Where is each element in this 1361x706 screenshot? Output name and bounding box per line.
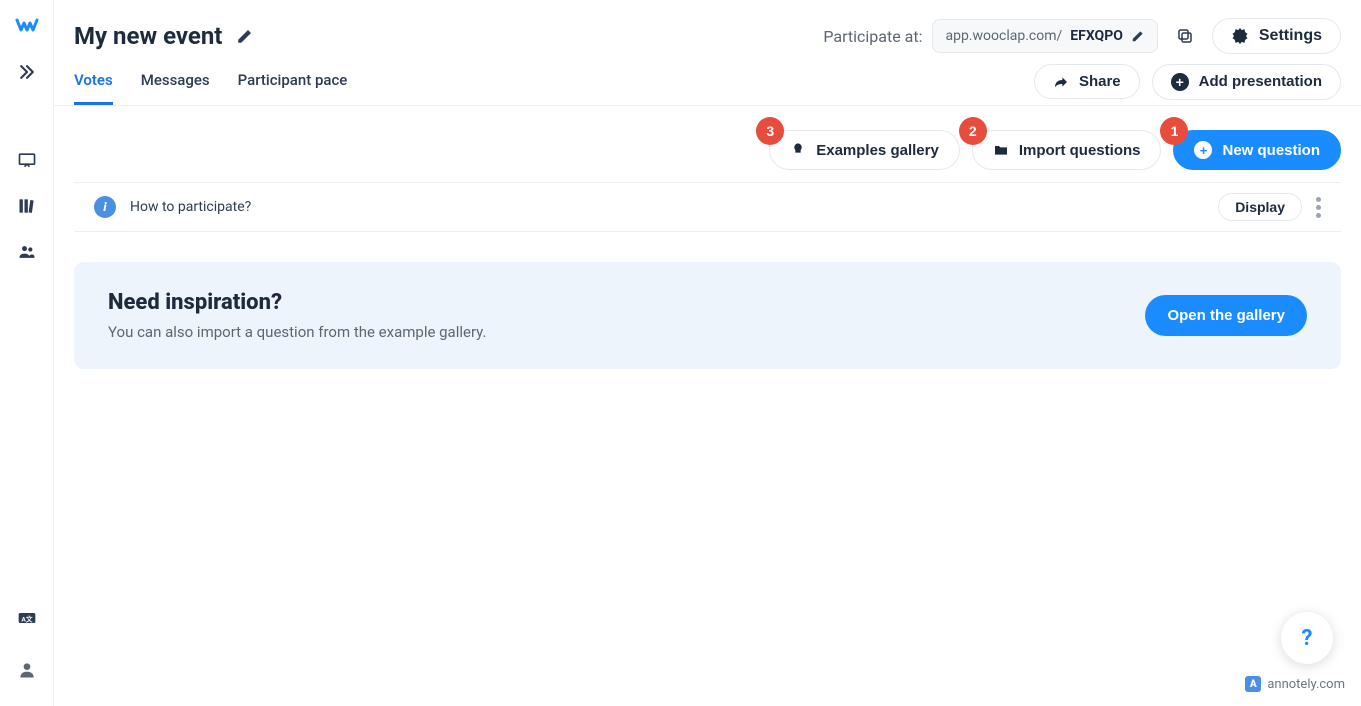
action-row: 3 Examples gallery 2 Import questions 1 …	[54, 106, 1361, 182]
more-options-icon[interactable]	[1316, 197, 1321, 218]
lightbulb-icon	[790, 142, 806, 158]
copy-icon[interactable]	[1176, 27, 1194, 45]
tab-participant-pace[interactable]: Participant pace	[238, 58, 348, 105]
subheader: Votes Messages Participant pace Share + …	[54, 58, 1361, 106]
plus-circle-icon: +	[1194, 141, 1212, 159]
inspiration-title: Need inspiration?	[108, 290, 1145, 315]
watermark-text: annotely.com	[1267, 677, 1345, 692]
edit-title-icon[interactable]	[236, 27, 254, 45]
how-to-participate-row: i How to participate? Display	[74, 182, 1341, 232]
help-button[interactable]: ?	[1281, 612, 1333, 664]
add-presentation-button[interactable]: + Add presentation	[1152, 64, 1341, 100]
share-icon	[1053, 74, 1069, 90]
participate-label: Participate at:	[823, 27, 922, 46]
badge-1: 1	[1160, 117, 1188, 145]
event-title: My new event	[74, 22, 222, 50]
translate-icon[interactable]: A文	[15, 606, 39, 630]
share-button[interactable]: Share	[1034, 64, 1140, 99]
main-content: My new event Participate at: app.wooclap…	[54, 0, 1361, 706]
expand-sidebar-icon[interactable]	[15, 60, 39, 84]
library-icon[interactable]	[15, 194, 39, 218]
header: My new event Participate at: app.wooclap…	[54, 0, 1361, 58]
import-questions-label: Import questions	[1019, 142, 1141, 159]
svg-text:A文: A文	[21, 614, 32, 623]
gear-icon	[1231, 27, 1249, 45]
watermark: A annotely.com	[1245, 676, 1345, 692]
share-label: Share	[1079, 73, 1121, 90]
logo	[15, 14, 39, 38]
examples-gallery-label: Examples gallery	[816, 142, 939, 159]
display-button[interactable]: Display	[1218, 193, 1302, 221]
import-questions-button[interactable]: 2 Import questions	[972, 130, 1162, 170]
new-question-button[interactable]: 1 + New question	[1173, 130, 1341, 170]
examples-gallery-button[interactable]: 3 Examples gallery	[769, 130, 960, 170]
settings-label: Settings	[1259, 27, 1322, 45]
add-presentation-label: Add presentation	[1199, 73, 1322, 90]
annotely-icon: A	[1245, 676, 1261, 692]
new-question-label: New question	[1222, 142, 1320, 159]
participants-icon[interactable]	[15, 240, 39, 264]
info-icon: i	[94, 196, 116, 218]
folder-icon	[993, 142, 1009, 158]
badge-3: 3	[756, 117, 784, 145]
tab-messages[interactable]: Messages	[141, 58, 210, 105]
profile-icon[interactable]	[15, 658, 39, 682]
edit-url-icon[interactable]	[1131, 29, 1145, 43]
tab-votes[interactable]: Votes	[74, 58, 113, 105]
open-gallery-button[interactable]: Open the gallery	[1145, 295, 1307, 336]
how-to-participate-text: How to participate?	[130, 199, 251, 215]
tabs: Votes Messages Participant pace	[74, 58, 347, 105]
sidebar: A文	[0, 0, 54, 706]
plus-icon: +	[1171, 73, 1189, 91]
settings-button[interactable]: Settings	[1212, 18, 1341, 54]
inspiration-subtitle: You can also import a question from the …	[108, 323, 1145, 341]
badge-2: 2	[959, 117, 987, 145]
url-prefix: app.wooclap.com/	[945, 28, 1062, 44]
inspiration-card: Need inspiration? You can also import a …	[74, 262, 1341, 369]
participate-url[interactable]: app.wooclap.com/EFXQPO	[932, 19, 1157, 53]
presentation-icon[interactable]	[15, 148, 39, 172]
url-code: EFXQPO	[1070, 28, 1123, 44]
